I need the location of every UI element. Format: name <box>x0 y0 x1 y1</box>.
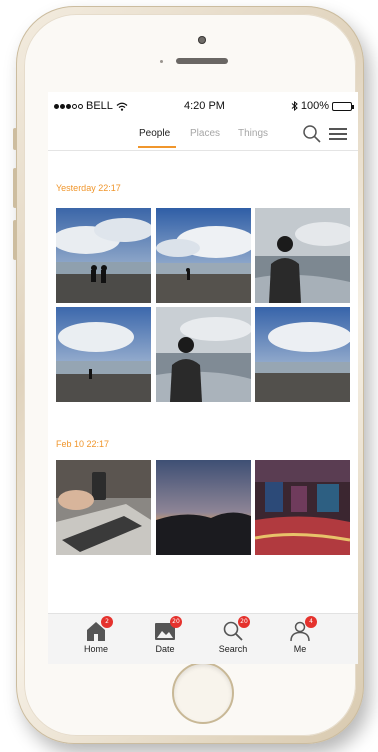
app-screen: BELL 4:20 PM 100% People Places Things Y… <box>48 92 358 664</box>
photo-thumbnail[interactable] <box>255 208 350 303</box>
group-date-label: Feb 10 22:17 <box>56 439 110 449</box>
tab-places[interactable]: Places <box>190 128 220 139</box>
tab-label: Date <box>155 644 175 654</box>
battery-icon <box>332 101 354 111</box>
notification-badge: 4 <box>305 616 317 628</box>
photo-thumbnail[interactable] <box>255 460 350 555</box>
photo-image <box>56 460 151 555</box>
category-nav: People Places Things <box>48 118 358 151</box>
tab-label: Home <box>83 644 108 654</box>
bottom-tab-bar: 2 Home 20 Date 20 Search 4 Me <box>48 613 358 664</box>
status-bar: BELL 4:20 PM 100% <box>48 92 358 118</box>
volume-up-button <box>13 168 17 208</box>
carrier-signal: BELL <box>54 100 128 112</box>
tab-search[interactable]: 20 Search <box>203 616 263 654</box>
photo-image <box>255 208 350 303</box>
notification-badge: 2 <box>101 616 113 628</box>
tab-label: Me <box>293 644 307 654</box>
notification-badge: 20 <box>238 616 250 628</box>
tab-date[interactable]: 20 Date <box>135 616 195 654</box>
tab-label: Search <box>218 644 248 654</box>
hamburger-menu-icon[interactable] <box>328 126 348 142</box>
photo-image <box>156 307 251 402</box>
clock: 4:20 PM <box>184 100 225 112</box>
search-icon[interactable] <box>302 124 322 144</box>
tab-people[interactable]: People <box>139 128 170 139</box>
photo-image <box>255 307 350 402</box>
photo-thumbnail[interactable] <box>56 208 151 303</box>
front-camera <box>198 36 206 44</box>
photo-image <box>156 460 251 555</box>
carrier-name: BELL <box>86 100 113 112</box>
photo-thumbnail[interactable] <box>255 307 350 402</box>
notification-badge: 20 <box>170 616 182 628</box>
volume-down-button <box>13 220 17 260</box>
photo-thumbnail[interactable] <box>156 307 251 402</box>
photo-image <box>56 307 151 402</box>
photo-image <box>56 208 151 303</box>
photo-thumbnail[interactable] <box>56 460 151 555</box>
battery-status: 100% <box>291 100 354 112</box>
photo-thumbnail[interactable] <box>56 307 151 402</box>
photo-timeline: Yesterday 22:17 Feb 10 22:17 <box>48 151 358 613</box>
home-button[interactable] <box>172 662 234 724</box>
wifi-icon <box>116 102 128 111</box>
bluetooth-icon <box>291 101 298 111</box>
earpiece-speaker <box>176 58 228 64</box>
tab-me[interactable]: 4 Me <box>270 616 330 654</box>
photo-thumbnail[interactable] <box>156 208 251 303</box>
tab-home[interactable]: 2 Home <box>66 616 126 654</box>
group-date-label: Yesterday 22:17 <box>56 183 121 193</box>
photo-thumbnail[interactable] <box>156 460 251 555</box>
battery-percent: 100% <box>300 100 329 112</box>
photo-image <box>156 208 251 303</box>
proximity-sensor <box>160 60 163 63</box>
active-tab-indicator <box>138 146 176 148</box>
photo-image <box>255 460 350 555</box>
mute-switch <box>13 128 17 150</box>
tab-things[interactable]: Things <box>238 128 268 139</box>
signal-strength-icon <box>54 103 83 109</box>
